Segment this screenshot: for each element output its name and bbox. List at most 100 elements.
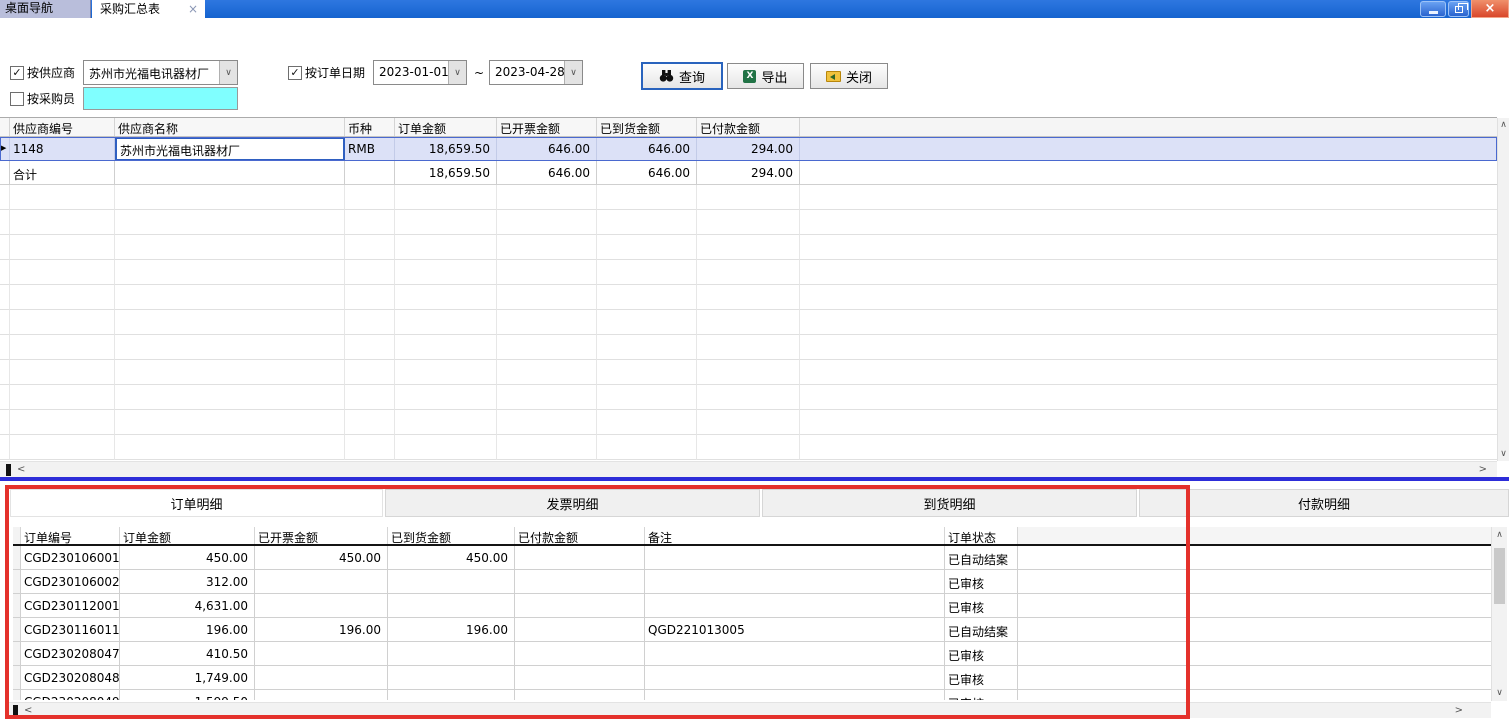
cell-order-no[interactable]: CGD230208047 xyxy=(21,642,120,666)
col-header-paid-amount[interactable]: 已付款金额 xyxy=(515,527,645,544)
cell-order-amount[interactable]: 410.50 xyxy=(120,642,255,666)
tab-purchase-summary[interactable]: 采购汇总表 × xyxy=(92,0,205,18)
purchaser-input[interactable] xyxy=(83,87,238,110)
tab-desktop-navigation[interactable]: 桌面导航 xyxy=(0,0,91,18)
cell-order-no[interactable]: CGD230106002 xyxy=(21,570,120,594)
cell-order-no[interactable]: CGD230208049 xyxy=(21,690,120,700)
cell-order-status[interactable]: 已审核 xyxy=(945,642,1018,666)
tab-order-detail[interactable]: 订单明细 xyxy=(10,489,383,517)
cell-received-amount[interactable]: 646.00 xyxy=(597,137,697,161)
cell-order-status[interactable]: 已审核 xyxy=(945,594,1018,618)
cell-order-amount[interactable]: 18,659.50 xyxy=(395,137,497,161)
cell-remark[interactable] xyxy=(645,642,945,666)
table-row[interactable]: ▶ 1148 苏州市光福电讯器材厂 RMB 18,659.50 646.00 6… xyxy=(0,137,1497,161)
scrollbar-thumb[interactable] xyxy=(6,464,11,476)
table-row[interactable]: CGD230208047 410.50 已审核 xyxy=(13,642,1491,666)
cell-order-amount[interactable]: 450.00 xyxy=(120,546,255,570)
col-header-invoiced-amount[interactable]: 已开票金额 xyxy=(255,527,388,544)
cell-paid-amount[interactable] xyxy=(515,618,645,642)
tab-close-icon[interactable]: × xyxy=(188,3,198,15)
cell-order-no[interactable]: CGD230106001 xyxy=(21,546,120,570)
chevron-down-icon[interactable]: ∨ xyxy=(219,61,237,84)
scroll-left-icon[interactable]: < xyxy=(17,463,25,476)
col-header-order-amount[interactable]: 订单金额 xyxy=(395,118,497,136)
col-header-received-amount[interactable]: 已到货金额 xyxy=(597,118,697,136)
export-button[interactable]: X 导出 xyxy=(727,63,804,89)
query-button[interactable]: 查询 xyxy=(641,62,723,90)
date-from-select[interactable]: 2023-01-01 ∨ xyxy=(373,60,467,85)
cell-received-amount[interactable] xyxy=(388,690,515,700)
cell-remark[interactable] xyxy=(645,570,945,594)
cell-invoiced-amount[interactable]: 196.00 xyxy=(255,618,388,642)
tab-arrival-detail[interactable]: 到货明细 xyxy=(762,489,1137,517)
cell-order-amount[interactable]: 196.00 xyxy=(120,618,255,642)
cell-paid-amount[interactable] xyxy=(515,690,645,700)
cell-order-amount[interactable]: 4,631.00 xyxy=(120,594,255,618)
table-row[interactable]: CGD230112001 4,631.00 已审核 xyxy=(13,594,1491,618)
scrollbar-thumb[interactable] xyxy=(13,705,18,717)
chevron-down-icon[interactable]: ∨ xyxy=(448,61,466,84)
cell-received-amount[interactable]: 450.00 xyxy=(388,546,515,570)
col-header-order-status[interactable]: 订单状态 xyxy=(945,527,1018,544)
summary-vertical-scrollbar[interactable]: ∧ ∨ xyxy=(1497,118,1509,461)
cell-received-amount[interactable] xyxy=(388,642,515,666)
table-row[interactable]: CGD230208049 1,599.50 已审核 xyxy=(13,690,1491,700)
cell-invoiced-amount[interactable] xyxy=(255,594,388,618)
cell-invoiced-amount[interactable]: 450.00 xyxy=(255,546,388,570)
cell-invoiced-amount[interactable] xyxy=(255,690,388,700)
cell-order-amount[interactable]: 1,599.50 xyxy=(120,690,255,700)
supplier-select[interactable]: 苏州市光福电讯器材厂 ∨ xyxy=(83,60,238,85)
cell-remark[interactable] xyxy=(645,666,945,690)
cell-supplier-name[interactable]: 苏州市光福电讯器材厂 xyxy=(115,137,345,161)
close-window-button[interactable]: × xyxy=(1471,0,1509,18)
cell-received-amount[interactable] xyxy=(388,570,515,594)
scrollbar-thumb[interactable] xyxy=(1494,548,1505,604)
cell-invoiced-amount[interactable] xyxy=(255,570,388,594)
col-header-currency[interactable]: 币种 xyxy=(345,118,395,136)
by-order-date-checkbox[interactable]: ✓ xyxy=(288,66,302,80)
table-row-total[interactable]: 合计 18,659.50 646.00 646.00 294.00 xyxy=(0,161,1497,185)
cell-currency[interactable]: RMB xyxy=(345,137,395,161)
table-row[interactable]: CGD230106001 450.00 450.00 450.00 已自动结案 xyxy=(13,546,1491,570)
cell-remark[interactable] xyxy=(645,690,945,700)
cell-order-amount[interactable]: 1,749.00 xyxy=(120,666,255,690)
cell-order-no[interactable]: CGD230112001 xyxy=(21,594,120,618)
tab-invoice-detail[interactable]: 发票明细 xyxy=(385,489,760,517)
detail-vertical-scrollbar[interactable]: ∧ ∨ xyxy=(1491,527,1507,701)
by-supplier-checkbox[interactable]: ✓ xyxy=(10,66,24,80)
scroll-up-icon[interactable]: ∧ xyxy=(1492,530,1507,540)
col-header-remark[interactable]: 备注 xyxy=(645,527,945,544)
cell-received-amount[interactable] xyxy=(388,594,515,618)
scroll-up-icon[interactable]: ∧ xyxy=(1498,120,1509,130)
scroll-down-icon[interactable]: ∨ xyxy=(1492,688,1507,698)
restore-button[interactable] xyxy=(1448,1,1469,17)
cell-invoiced-amount[interactable] xyxy=(255,666,388,690)
cell-order-status[interactable]: 已审核 xyxy=(945,666,1018,690)
cell-received-amount[interactable] xyxy=(388,666,515,690)
cell-order-status[interactable]: 已审核 xyxy=(945,690,1018,700)
cell-paid-amount[interactable] xyxy=(515,570,645,594)
cell-order-status[interactable]: 已审核 xyxy=(945,570,1018,594)
cell-order-amount[interactable]: 312.00 xyxy=(120,570,255,594)
cell-order-status[interactable]: 已自动结案 xyxy=(945,618,1018,642)
cell-order-no[interactable]: CGD230116011 xyxy=(21,618,120,642)
date-to-select[interactable]: 2023-04-28 ∨ xyxy=(489,60,583,85)
cell-paid-amount[interactable] xyxy=(515,642,645,666)
cell-order-no[interactable]: CGD230208048 xyxy=(21,666,120,690)
table-row[interactable]: CGD230208048 1,749.00 已审核 xyxy=(13,666,1491,690)
close-button[interactable]: 关闭 xyxy=(810,63,888,89)
col-header-invoiced-amount[interactable]: 已开票金额 xyxy=(497,118,597,136)
scroll-down-icon[interactable]: ∨ xyxy=(1498,449,1509,459)
col-header-supplier-name[interactable]: 供应商名称 xyxy=(115,118,345,136)
table-row[interactable]: CGD230116011 196.00 196.00 196.00 QGD221… xyxy=(13,618,1491,642)
col-header-order-amount[interactable]: 订单金额 xyxy=(120,527,255,544)
cell-paid-amount[interactable] xyxy=(515,666,645,690)
cell-remark[interactable]: QGD221013005 xyxy=(645,618,945,642)
cell-paid-amount[interactable] xyxy=(515,546,645,570)
cell-invoiced-amount[interactable] xyxy=(255,642,388,666)
cell-received-amount[interactable]: 196.00 xyxy=(388,618,515,642)
scroll-right-icon[interactable]: > xyxy=(1455,704,1463,717)
scroll-left-icon[interactable]: < xyxy=(24,704,32,717)
cell-order-status[interactable]: 已自动结案 xyxy=(945,546,1018,570)
tab-payment-detail[interactable]: 付款明细 xyxy=(1139,489,1509,517)
